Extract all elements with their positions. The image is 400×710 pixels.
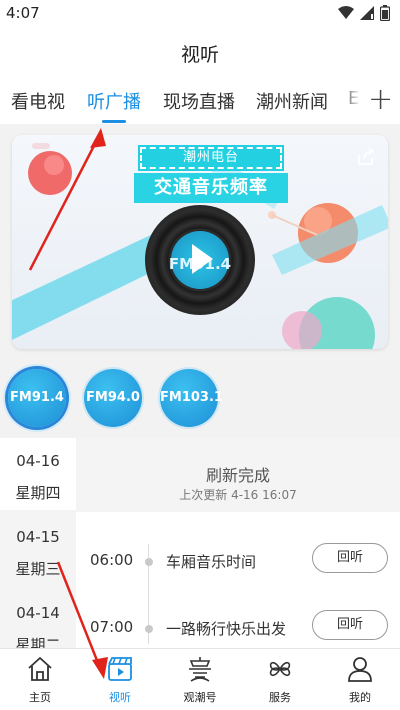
nav-profile[interactable]: 我的 (328, 655, 392, 709)
program-name: 一路畅行快乐出发 (166, 620, 287, 638)
program-time: 06:00 (90, 551, 134, 569)
program-row: 06:00 车厢音乐时间 回听 (76, 543, 400, 583)
frequency-button-fm94-0[interactable]: FM94.0 (84, 369, 142, 427)
nav-label: 服务 (269, 691, 291, 704)
date-weekday: 星期三 (15, 560, 61, 578)
timeline-dot (145, 625, 153, 633)
banner-channel-title: 交通音乐频率 (134, 173, 288, 203)
wifi-icon (338, 6, 354, 19)
nav-label: 主页 (29, 691, 51, 704)
banner-station-tag: 潮州电台 (138, 145, 284, 171)
timeline-dot (145, 558, 153, 566)
radio-banner[interactable]: 潮州电台 交通音乐频率 FM91.4 (12, 135, 388, 349)
nav-tide-account[interactable]: 观潮号 (168, 655, 232, 709)
program-time: 07:00 (90, 618, 134, 636)
tab-tv[interactable]: 看电视 (11, 88, 65, 114)
refresh-status: 刷新完成 (205, 466, 270, 485)
nav-label: 观潮号 (183, 691, 217, 704)
play-icon[interactable] (189, 242, 215, 276)
nav-home[interactable]: 主页 (8, 655, 72, 709)
date-day: 04-15 (16, 528, 60, 546)
status-icons (338, 5, 390, 21)
status-time: 4:07 (6, 4, 40, 22)
date-day: 04-14 (16, 604, 60, 622)
home-icon (28, 657, 52, 681)
date-weekday: 星期四 (15, 484, 61, 502)
date-column: 04-16 星期四 04-15 星期三 04-14 星期二 (0, 438, 76, 654)
last-updated: 上次更新 4-16 16:07 (179, 488, 297, 502)
vinyl-disc[interactable]: FM91.4 (145, 205, 255, 315)
battery-icon (380, 5, 390, 21)
page-title: 视听 (180, 44, 219, 66)
date-item[interactable]: 04-16 星期四 (0, 438, 76, 510)
services-icon (269, 661, 291, 677)
frequency-button-fm91-4[interactable]: FM91.4 (8, 369, 66, 427)
add-tab-button[interactable]: + (368, 82, 393, 118)
program-name: 车厢音乐时间 (166, 553, 257, 571)
nav-label: 视听 (109, 691, 131, 704)
program-row: 07:00 一路畅行快乐出发 回听 (76, 610, 400, 650)
share-icon[interactable] (356, 147, 376, 167)
refresh-indicator: 刷新完成 上次更新 4-16 16:07 (76, 438, 400, 512)
tab-live[interactable]: 现场直播 (163, 88, 235, 114)
nav-video[interactable]: 视听 (88, 655, 152, 709)
status-bar: 4:07 (0, 0, 400, 30)
video-icon (108, 657, 132, 681)
date-item[interactable]: 04-15 星期三 (0, 514, 76, 586)
replay-button[interactable]: 回听 (312, 543, 388, 573)
tide-icon (189, 657, 211, 682)
profile-icon (348, 657, 372, 682)
tab-radio[interactable]: 听广播 (87, 88, 141, 114)
tab-bar: 看电视 听广播 现场直播 潮州新闻 E + (0, 82, 400, 124)
signal-icon (360, 6, 374, 20)
bottom-navigation: 主页 视听 观潮号 服务 我的 (0, 648, 400, 710)
replay-button[interactable]: 回听 (312, 610, 388, 640)
tab-active-indicator (102, 120, 126, 123)
tab-chaozhou-news[interactable]: 潮州新闻 (256, 88, 328, 114)
nav-label: 我的 (349, 691, 371, 704)
frequency-button-fm103-1[interactable]: FM103.1 (160, 369, 223, 427)
date-day: 04-16 (16, 452, 60, 470)
nav-services[interactable]: 服务 (248, 655, 312, 709)
